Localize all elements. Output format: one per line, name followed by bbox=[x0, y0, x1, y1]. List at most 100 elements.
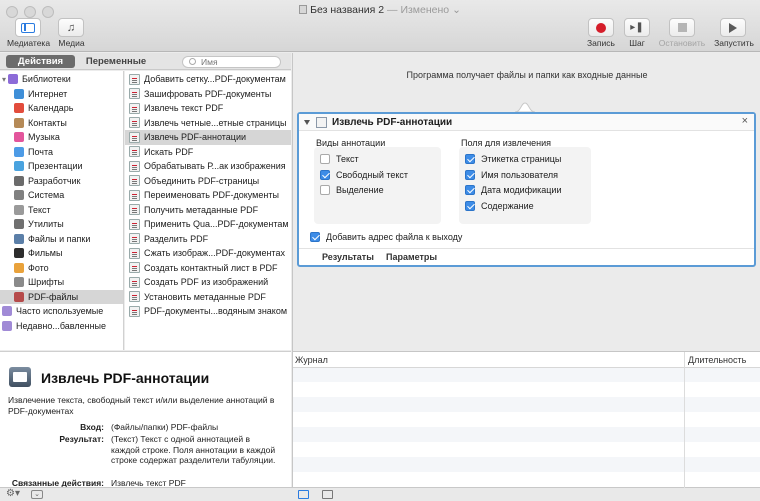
checkbox[interactable] bbox=[310, 232, 320, 242]
library-item-label: Контакты bbox=[28, 117, 67, 128]
library-item-label: Почта bbox=[28, 146, 53, 157]
presentation-icon bbox=[14, 161, 24, 172]
action-item[interactable]: Установить метаданные PDF bbox=[125, 290, 291, 305]
library-item[interactable]: Контакты bbox=[0, 116, 123, 131]
library-item-label: Календарь bbox=[28, 103, 74, 114]
description-toggle-icon[interactable]: ⌄ bbox=[31, 490, 43, 499]
library-item[interactable]: Утилиты bbox=[0, 217, 123, 232]
pdf-action-icon bbox=[129, 204, 140, 216]
checkbox-label: Дата модификации bbox=[481, 185, 562, 195]
list-view-icon[interactable] bbox=[298, 490, 309, 499]
log-column-journal[interactable]: Журнал bbox=[295, 355, 328, 365]
library-item[interactable]: PDF-файлы bbox=[0, 289, 123, 304]
media-label: Медиа bbox=[58, 38, 85, 48]
checkbox-option[interactable]: Этикетка страницы bbox=[465, 154, 561, 164]
checkbox-label: Выделение bbox=[336, 185, 384, 195]
library-item[interactable]: Часто используемые bbox=[0, 304, 123, 319]
checkbox-option[interactable]: Свободный текст bbox=[320, 169, 408, 180]
action-item-label: Извлечь четные...етные страницы bbox=[144, 117, 287, 128]
document-icon bbox=[299, 5, 308, 14]
tab-actions[interactable]: Действия bbox=[6, 55, 75, 68]
action-item-label: Применить Qua...PDF-документам bbox=[144, 219, 289, 230]
library-item[interactable]: Файлы и папки bbox=[0, 232, 123, 247]
library-item[interactable]: Текст bbox=[0, 203, 123, 218]
library-item[interactable]: Интернет bbox=[0, 87, 123, 102]
library-item[interactable]: Почта bbox=[0, 145, 123, 160]
window-status: — Изменено bbox=[387, 4, 450, 16]
run-button[interactable] bbox=[720, 18, 746, 37]
disclosure-triangle-icon[interactable] bbox=[304, 120, 310, 125]
actions-list: Добавить сетку...PDF-документам Зашифрова… bbox=[125, 71, 291, 350]
library-item[interactable]: Календарь bbox=[0, 101, 123, 116]
action-item[interactable]: Применить Qua...PDF-документам bbox=[125, 217, 291, 232]
library-item[interactable]: ▾ Библиотеки bbox=[0, 72, 123, 87]
action-item[interactable]: Извлечь текст PDF bbox=[125, 101, 291, 116]
checkbox-label: Имя пользователя bbox=[481, 169, 559, 180]
checkbox[interactable] bbox=[320, 169, 330, 180]
library-item[interactable]: Система bbox=[0, 188, 123, 203]
split-view-icon[interactable] bbox=[322, 490, 333, 499]
options-button[interactable]: Параметры bbox=[386, 252, 437, 262]
library-label: Медиатека bbox=[6, 38, 51, 48]
library-item[interactable]: Недавно...бавленные bbox=[0, 319, 123, 334]
action-item[interactable]: Разделить PDF bbox=[125, 232, 291, 247]
tab-variables[interactable]: Переменные bbox=[78, 55, 154, 68]
checkbox[interactable] bbox=[465, 169, 475, 180]
fonts-icon bbox=[14, 277, 24, 288]
add-path-checkbox[interactable]: Добавить адрес файла к выходу bbox=[310, 232, 462, 242]
library-item[interactable]: Разработчик bbox=[0, 174, 123, 189]
checkbox[interactable] bbox=[320, 185, 330, 195]
action-item[interactable]: Создать PDF из изображений bbox=[125, 275, 291, 290]
checkbox-option[interactable]: Имя пользователя bbox=[465, 169, 559, 180]
action-item[interactable]: Искать PDF bbox=[125, 145, 291, 160]
stop-label: Остановить bbox=[658, 38, 706, 48]
disclosure-triangle-icon[interactable]: ▾ bbox=[2, 75, 6, 84]
log-header: Журнал Длительность bbox=[293, 352, 760, 368]
action-item[interactable]: Создать контактный лист в PDF bbox=[125, 261, 291, 276]
checkbox-option[interactable]: Дата модификации bbox=[465, 185, 562, 195]
library-item[interactable]: Фото bbox=[0, 261, 123, 276]
chevron-down-icon[interactable]: ⌄ bbox=[449, 4, 461, 16]
media-button[interactable]: ♫ bbox=[58, 18, 84, 37]
input-label: Вход: bbox=[80, 422, 104, 432]
action-item[interactable]: Добавить сетку...PDF-документам bbox=[125, 72, 291, 87]
checkbox[interactable] bbox=[465, 185, 475, 195]
action-item[interactable]: Зашифровать PDF-документы bbox=[125, 87, 291, 102]
gear-icon[interactable]: ⚙▾ bbox=[6, 488, 20, 499]
action-item[interactable]: Извлечь PDF-аннотации bbox=[125, 130, 291, 145]
checkbox[interactable] bbox=[465, 200, 475, 211]
step-button[interactable]: ▸❚ bbox=[624, 18, 650, 37]
action-card[interactable]: Извлечь PDF-аннотации × Виды аннотации Т… bbox=[297, 112, 756, 267]
workflow-area[interactable]: Программа получает файлы и папки как вхо… bbox=[292, 53, 760, 351]
checkbox[interactable] bbox=[465, 154, 475, 164]
library-item-label: Текст bbox=[28, 204, 51, 215]
log-table[interactable]: Журнал Длительность bbox=[292, 351, 760, 488]
action-item[interactable]: Получить метаданные PDF bbox=[125, 203, 291, 218]
close-icon[interactable]: × bbox=[742, 115, 748, 127]
library-item[interactable]: Фильмы bbox=[0, 246, 123, 261]
results-button[interactable]: Результаты bbox=[322, 252, 374, 262]
record-button[interactable] bbox=[588, 18, 614, 37]
checkbox-option[interactable]: Содержание bbox=[465, 200, 534, 211]
library-toggle-button[interactable] bbox=[15, 18, 41, 37]
action-item[interactable]: Извлечь четные...етные страницы bbox=[125, 116, 291, 131]
action-item[interactable]: Объединить PDF-страницы bbox=[125, 174, 291, 189]
description-text: Извлечение текста, свободный текст и/или… bbox=[8, 395, 275, 416]
action-item[interactable]: Переименовать PDF-документы bbox=[125, 188, 291, 203]
checkbox-option[interactable]: Текст bbox=[320, 154, 359, 164]
action-item[interactable]: Сжать изображ...PDF-документах bbox=[125, 246, 291, 261]
action-item[interactable]: PDF-документы...водяным знаком bbox=[125, 304, 291, 319]
library-item[interactable]: Музыка bbox=[0, 130, 123, 145]
search-input[interactable] bbox=[182, 56, 281, 68]
checkbox-option[interactable]: Выделение bbox=[320, 185, 384, 195]
action-item[interactable]: Обрабатывать Р...ак изображения bbox=[125, 159, 291, 174]
log-column-duration[interactable]: Длительность bbox=[688, 355, 746, 365]
action-item-label: Получить метаданные PDF bbox=[144, 204, 259, 215]
library-item[interactable]: Шрифты bbox=[0, 275, 123, 290]
checkbox[interactable] bbox=[320, 154, 330, 164]
stop-button[interactable] bbox=[669, 18, 695, 37]
library-item-label: Система bbox=[28, 190, 65, 201]
checkbox-label: Содержание bbox=[481, 200, 534, 211]
library-item[interactable]: Презентации bbox=[0, 159, 123, 174]
library-item-label: Фильмы bbox=[28, 248, 63, 259]
